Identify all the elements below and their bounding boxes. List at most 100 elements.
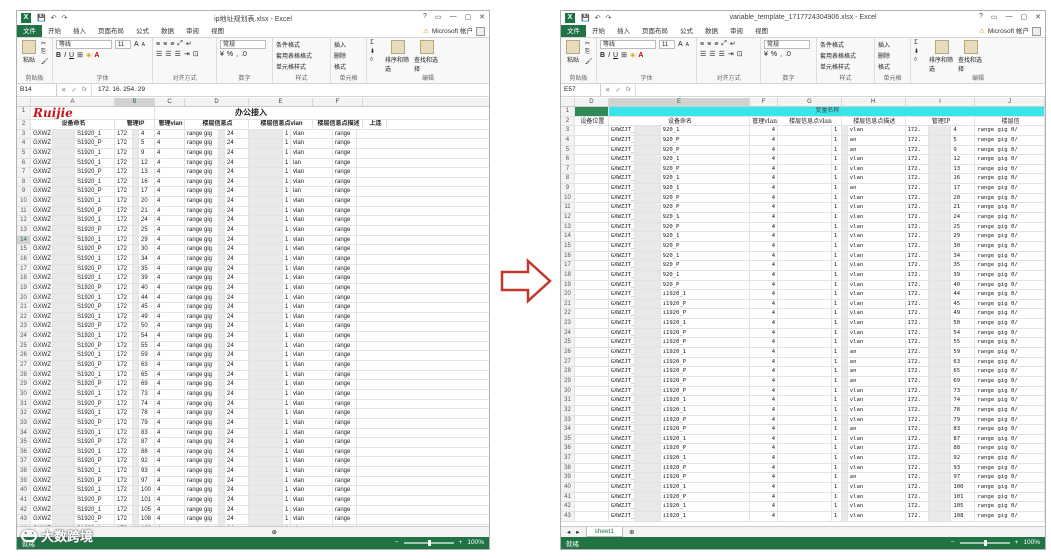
table-cell[interactable]: vlan xyxy=(291,438,333,447)
table-cell[interactable]: 1 xyxy=(283,293,291,303)
table-cell[interactable]: 172 xyxy=(115,129,133,139)
table-cell[interactable]: 172. xyxy=(906,174,930,184)
table-cell[interactable]: i1920_P xyxy=(661,492,751,502)
table-cell[interactable]: i1920_1 xyxy=(661,290,751,299)
table-cell[interactable]: GXWZJT_ xyxy=(609,164,635,174)
table-cell[interactable]: 24 xyxy=(225,216,249,226)
table-cell[interactable]: i1920_1 xyxy=(661,454,751,463)
row-number[interactable]: 27 xyxy=(561,357,575,367)
table-cell[interactable]: 1 xyxy=(832,309,842,319)
table-cell[interactable]: vlan xyxy=(291,486,333,495)
table-cell[interactable]: GXWZJT_ xyxy=(609,135,635,145)
table-cell[interactable]: 920_1 xyxy=(661,155,751,164)
table-cell[interactable]: 4 xyxy=(750,164,779,174)
row-number[interactable]: 5 xyxy=(561,145,575,155)
table-cell[interactable]: 172. xyxy=(906,280,930,290)
table-cell[interactable]: 172 xyxy=(115,476,133,486)
table-cell[interactable]: 4 xyxy=(155,428,185,438)
table-cell[interactable]: vlan xyxy=(291,293,333,303)
table-cell[interactable]: 172 xyxy=(115,341,133,351)
table-cell[interactable]: vlan xyxy=(291,332,333,341)
table-cell[interactable]: vlan xyxy=(848,290,906,299)
table-cell[interactable]: 172 xyxy=(115,438,133,447)
table-cell[interactable]: range gig xyxy=(185,389,219,399)
table-cell[interactable]: 45 xyxy=(951,299,976,309)
table-cell[interactable]: 172. xyxy=(906,184,930,193)
table-cell[interactable]: GXWZ xyxy=(31,206,53,216)
table-cell[interactable]: 24 xyxy=(225,428,249,438)
table-cell[interactable]: range gig xyxy=(185,428,219,438)
table-cell[interactable]: 44 xyxy=(139,293,155,303)
table-cell[interactable]: 4 xyxy=(155,486,185,495)
table-cell[interactable]: 92 xyxy=(951,454,976,463)
tab-5[interactable]: 数据 xyxy=(155,25,180,37)
table-cell[interactable]: 1 xyxy=(283,283,291,293)
table-cell[interactable]: 1 xyxy=(832,348,842,357)
table-cell[interactable] xyxy=(575,145,609,155)
table-cell[interactable]: vlan xyxy=(291,476,333,486)
row-number[interactable]: 4 xyxy=(17,139,31,148)
font-name-select[interactable]: 等线 xyxy=(600,40,656,49)
table-cell[interactable]: 1 xyxy=(832,434,842,444)
row-number[interactable]: 43 xyxy=(561,511,575,521)
table-cell[interactable]: 78 xyxy=(139,409,155,418)
table-cell[interactable]: 172. xyxy=(906,444,930,454)
table-cell[interactable]: range gig xyxy=(185,409,219,418)
table-cell[interactable]: 54 xyxy=(951,328,976,338)
table-cell[interactable] xyxy=(575,386,609,396)
table-cell[interactable]: 172. xyxy=(906,357,930,367)
table-cell[interactable]: range gig xyxy=(185,216,219,226)
table-cell[interactable]: 1 xyxy=(283,438,291,447)
table-cell[interactable]: 4 xyxy=(750,319,779,328)
table-cell[interactable]: 172 xyxy=(115,380,133,389)
table-cell[interactable]: 79 xyxy=(951,415,976,425)
table-cell[interactable]: range xyxy=(333,168,357,177)
table-cell[interactable]: 1 xyxy=(832,174,842,184)
table-cell[interactable]: GXWZJT_ xyxy=(609,425,635,434)
table-cell[interactable]: vlan xyxy=(291,274,333,283)
table-cell[interactable]: range gig xyxy=(185,495,219,505)
table-cell[interactable]: range gig 0/ xyxy=(975,425,1045,434)
table-cell[interactable]: vlan xyxy=(291,254,333,264)
table-cell[interactable]: 4 xyxy=(750,415,779,425)
format-painter-icon[interactable]: 🖌 xyxy=(41,58,49,65)
table-cell[interactable]: GXWZJT_ xyxy=(609,482,635,492)
table-cell[interactable]: range xyxy=(333,418,357,428)
table-cell[interactable]: range xyxy=(333,129,357,139)
table-cell[interactable]: range gig 0/ xyxy=(975,338,1045,348)
wrap-text-icon[interactable]: ↵ xyxy=(186,40,192,48)
table-cell[interactable]: lan xyxy=(291,158,333,168)
table-cell[interactable]: range gig xyxy=(185,139,219,148)
table-cell[interactable]: GXWZ xyxy=(31,486,53,495)
table-cell[interactable]: range xyxy=(333,206,357,216)
table-cell[interactable] xyxy=(778,135,832,145)
table-cell[interactable]: 59 xyxy=(139,351,155,361)
table-cell[interactable]: range xyxy=(333,235,357,245)
table-cell[interactable]: vlan xyxy=(848,222,906,232)
insert-button[interactable]: 插入 xyxy=(878,40,890,49)
table-cell[interactable]: range gig xyxy=(185,168,219,177)
table-cell[interactable]: GXWZJT_ xyxy=(609,299,635,309)
table-cell[interactable]: 172 xyxy=(115,486,133,495)
table-cell[interactable]: GXWZJT_ xyxy=(609,251,635,261)
table-cell[interactable]: S1920_P xyxy=(75,245,115,254)
table-cell[interactable]: range gig xyxy=(185,505,219,515)
table-cell[interactable]: i1920_P xyxy=(661,463,751,473)
minimize-icon[interactable]: — xyxy=(450,13,457,21)
table-cell[interactable]: GXWZ xyxy=(31,216,53,226)
table-cell[interactable]: 1 xyxy=(832,357,842,367)
table-cell[interactable]: range gig 0/ xyxy=(975,367,1045,376)
table-cell[interactable]: i1920_P xyxy=(661,376,751,386)
table-cell[interactable]: 5 xyxy=(139,139,155,148)
table-cell[interactable]: an xyxy=(848,367,906,376)
column-header[interactable]: A xyxy=(31,98,115,106)
table-cell[interactable]: 54 xyxy=(139,332,155,341)
tab-7[interactable]: 视图 xyxy=(749,25,774,37)
table-cell[interactable]: GXWZ xyxy=(31,254,53,264)
table-cell[interactable]: S1920_P xyxy=(75,226,115,235)
table-cell[interactable]: 24 xyxy=(225,245,249,254)
table-cell[interactable]: GXWZ xyxy=(31,197,53,206)
table-cell[interactable]: 17 xyxy=(951,184,976,193)
table-cell[interactable]: vlan xyxy=(848,415,906,425)
table-cell[interactable]: 1 xyxy=(283,418,291,428)
